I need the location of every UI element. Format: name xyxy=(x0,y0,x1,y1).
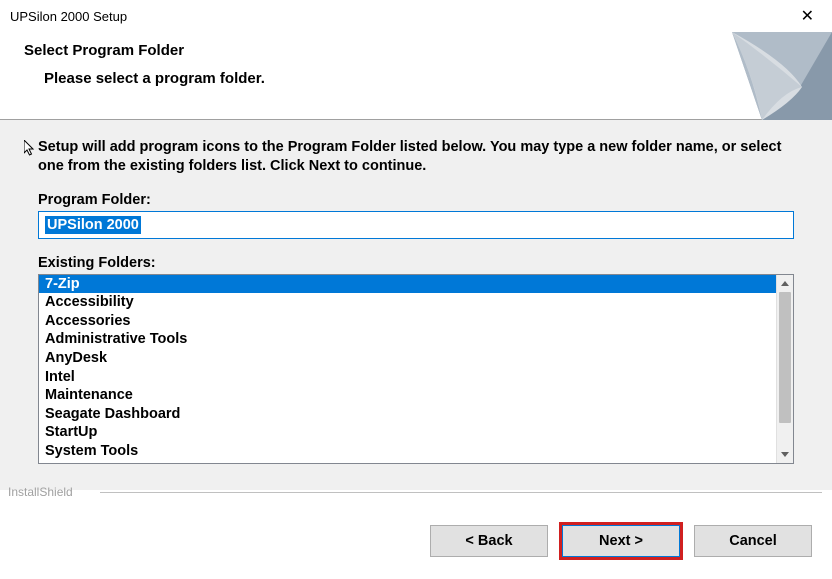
button-row: < Back Next > Cancel xyxy=(430,525,812,557)
list-item[interactable]: AnyDesk xyxy=(39,349,776,368)
scroll-thumb[interactable] xyxy=(779,292,791,423)
list-item[interactable]: Maintenance xyxy=(39,386,776,405)
list-item[interactable]: Accessories xyxy=(39,312,776,331)
back-button[interactable]: < Back xyxy=(430,525,548,557)
page-curl-graphic xyxy=(692,32,832,120)
list-item[interactable]: System Tools xyxy=(39,442,776,461)
scroll-down-icon[interactable] xyxy=(777,446,793,463)
list-item[interactable]: 7-Zip xyxy=(39,275,776,294)
program-folder-input[interactable]: UPSilon 2000 xyxy=(38,211,794,239)
main-content: Setup will add program icons to the Prog… xyxy=(0,120,832,490)
next-button[interactable]: Next > xyxy=(562,525,680,557)
list-item[interactable]: Administrative Tools xyxy=(39,330,776,349)
existing-folders-label: Existing Folders: xyxy=(38,255,794,271)
page-subtitle: Please select a program folder. xyxy=(44,70,265,87)
list-item[interactable]: Intel xyxy=(39,368,776,387)
scroll-track[interactable] xyxy=(777,292,793,446)
window-title: UPSilon 2000 Setup xyxy=(10,9,127,24)
list-item[interactable]: Seagate Dashboard xyxy=(39,405,776,424)
existing-folders-listbox[interactable]: 7-ZipAccessibilityAccessoriesAdministrat… xyxy=(38,274,794,464)
page-title: Select Program Folder xyxy=(24,42,184,59)
header-section: Select Program Folder Please select a pr… xyxy=(0,32,832,120)
installshield-brand: InstallShield xyxy=(8,485,73,499)
list-item[interactable]: Accessibility xyxy=(39,293,776,312)
close-icon[interactable]: ✕ xyxy=(793,4,822,28)
cancel-button[interactable]: Cancel xyxy=(694,525,812,557)
separator xyxy=(100,492,822,493)
program-folder-label: Program Folder: xyxy=(38,192,794,208)
scrollbar[interactable] xyxy=(776,275,793,463)
titlebar: UPSilon 2000 Setup ✕ xyxy=(0,0,832,32)
instruction-text: Setup will add program icons to the Prog… xyxy=(38,138,794,176)
list-item[interactable]: StartUp xyxy=(39,423,776,442)
program-folder-value: UPSilon 2000 xyxy=(45,216,141,234)
scroll-up-icon[interactable] xyxy=(777,275,793,292)
